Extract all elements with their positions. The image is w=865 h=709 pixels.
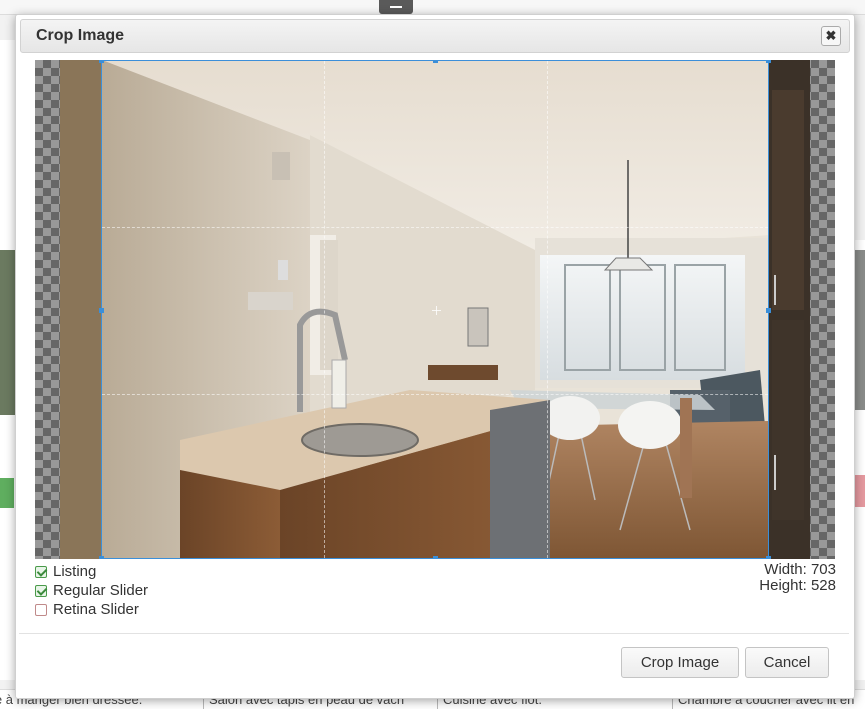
option-label: Retina Slider [53,601,139,618]
crop-handle-sw[interactable] [99,556,104,559]
option-label: Listing [53,563,97,580]
option-retina-slider[interactable]: Retina Slider [35,600,148,619]
background-green-button[interactable] [0,478,14,508]
crop-handle-s[interactable] [433,556,438,559]
minimize-icon[interactable] [379,0,413,14]
option-regular-slider[interactable]: Regular Slider [35,581,148,600]
crop-height: Height: 528 [759,577,836,594]
option-listing[interactable]: Listing [35,562,148,581]
crop-guide-line [324,61,325,558]
dialog-title: Crop Image [36,27,125,44]
crop-canvas[interactable] [35,60,835,559]
footer-divider [19,633,849,634]
crop-guide-line [547,61,548,558]
checkbox-checked-icon[interactable] [35,584,47,597]
crop-guide-line [102,394,768,395]
option-label: Regular Slider [53,582,149,599]
checkbox-checked-icon[interactable] [35,565,47,578]
crop-handle-nw[interactable] [99,60,104,63]
background-thumbnail [0,250,15,415]
crop-handle-ne[interactable] [766,60,771,63]
crop-image-dialog: Crop Image ✖ Listing Regular Slider Reti… [15,14,855,699]
crop-handle-e[interactable] [766,308,771,313]
close-icon[interactable]: ✖ [821,26,841,46]
crop-dimensions: Width: 703 Height: 528 [759,562,836,594]
background-page-header [0,0,865,15]
crop-handle-w[interactable] [99,308,104,313]
cancel-button[interactable]: Cancel [745,647,829,678]
checkbox-unchecked-icon[interactable] [35,603,47,616]
crop-handle-se[interactable] [766,556,771,559]
crop-guide-line [102,227,768,228]
crop-selection[interactable] [99,60,771,559]
crop-size-options: Listing Regular Slider Retina Slider [35,562,148,619]
crop-handle-n[interactable] [433,60,438,63]
crop-image-button[interactable]: Crop Image [621,647,739,678]
crop-center-icon [432,306,441,315]
crop-width: Width: 703 [764,561,836,578]
dialog-titlebar[interactable]: Crop Image ✖ [20,19,850,53]
